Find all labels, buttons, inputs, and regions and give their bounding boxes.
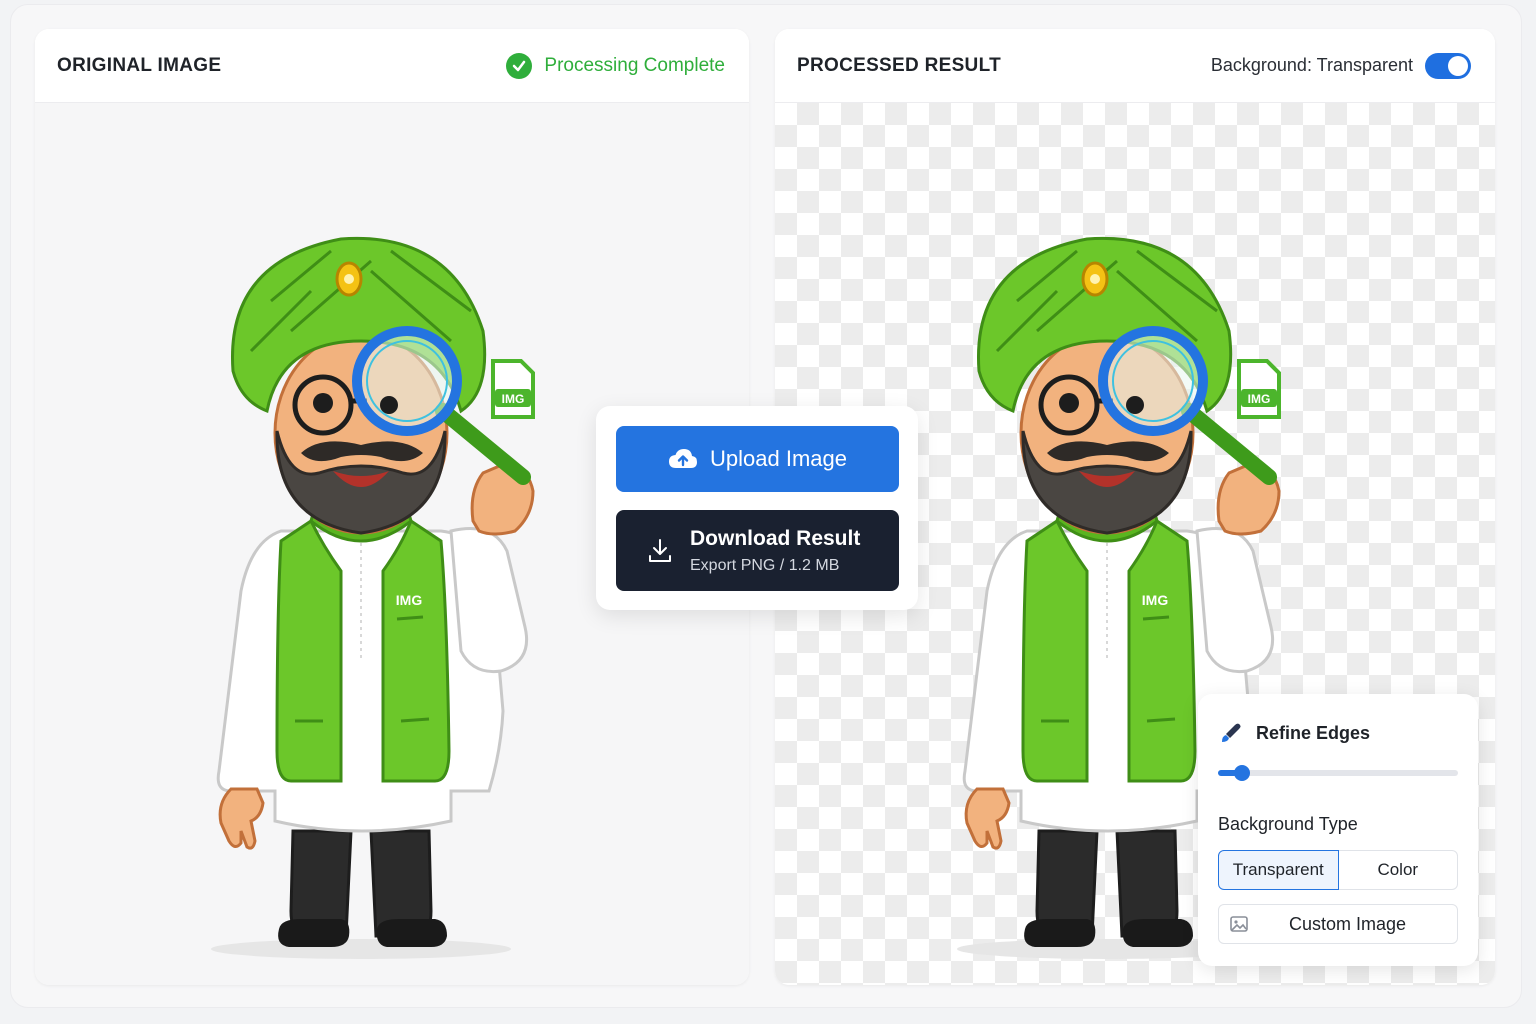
upload-button-label: Upload Image — [710, 446, 847, 471]
action-card: Upload Image Download Result Export PNG … — [596, 406, 918, 610]
toggle-knob — [1448, 55, 1468, 76]
processed-panel-title: PROCESSED RESULT — [797, 54, 1001, 76]
upload-image-button[interactable]: Upload Image — [616, 426, 899, 492]
slider-thumb[interactable] — [1234, 765, 1250, 781]
image-icon — [1230, 916, 1248, 932]
vest-text: IMG — [396, 592, 423, 608]
processing-status: Processing Complete — [506, 52, 725, 79]
option-color[interactable]: Color — [1338, 850, 1458, 890]
download-result-button[interactable]: Download Result Export PNG / 1.2 MB — [616, 510, 899, 591]
download-text-block: Download Result Export PNG / 1.2 MB — [690, 527, 860, 575]
download-icon — [649, 538, 671, 562]
status-text: Processing Complete — [544, 54, 725, 76]
custom-image-button[interactable]: Custom Image — [1218, 904, 1458, 944]
download-button-label: Download Result — [690, 526, 861, 550]
badge-text: IMG — [502, 392, 525, 406]
background-toggle[interactable] — [1425, 52, 1471, 79]
refine-edges-header: Refine Edges — [1220, 722, 1370, 744]
brush-icon — [1222, 723, 1241, 742]
original-panel-header: ORIGINAL IMAGE Processing Complete — [35, 29, 749, 103]
background-toggle-label: Background: Transparent — [1210, 55, 1413, 75]
original-character-image: IMG IMG — [211, 191, 551, 971]
custom-image-label: Custom Image — [1289, 913, 1407, 934]
background-type-label: Background Type — [1218, 814, 1358, 834]
refine-edges-title: Refine Edges — [1256, 722, 1371, 743]
background-toggle-group: Background: Transparent — [1210, 52, 1471, 79]
processed-panel-header: PROCESSED RESULT Background: Transparent — [775, 29, 1495, 103]
download-export-info: Export PNG / 1.2 MB — [690, 556, 840, 574]
check-circle-icon — [506, 52, 533, 79]
background-type-selector: Transparent Color — [1218, 850, 1458, 890]
vest-text: IMG — [1142, 592, 1169, 608]
cloud-upload-icon — [669, 449, 697, 468]
badge-text: IMG — [1248, 392, 1271, 406]
refine-edges-slider[interactable] — [1218, 765, 1458, 781]
option-transparent[interactable]: Transparent — [1218, 850, 1339, 890]
refine-panel: Refine Edges Background Type Transparent… — [1198, 694, 1478, 966]
original-panel-title: ORIGINAL IMAGE — [57, 54, 222, 76]
